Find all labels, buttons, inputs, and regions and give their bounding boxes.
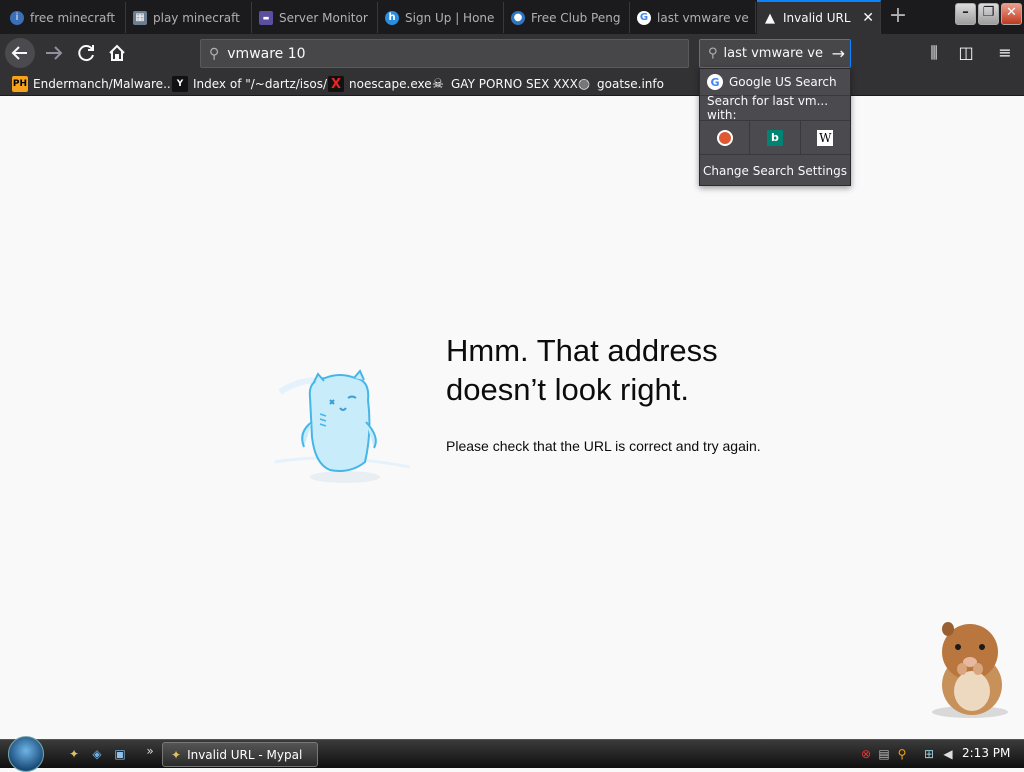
change-search-settings-button[interactable]: Change Search Settings: [700, 154, 850, 186]
tab-label: free minecraft: [30, 10, 116, 25]
home-icon: [109, 44, 125, 61]
tab-sign-up-hone[interactable]: h Sign Up | Hone: [379, 2, 504, 33]
tab-label: Invalid URL: [783, 11, 851, 25]
hamster-image: [932, 622, 1008, 718]
sidebar-icon[interactable]: ◫: [954, 41, 978, 65]
tab-label: play minecraft: [153, 10, 240, 25]
tab-invalid-url[interactable]: ▲ Invalid URL ✕: [757, 0, 881, 34]
tab-label: Server Monitor: [279, 10, 368, 25]
search-suggestions-popup: G Google US Search Search for last vm...…: [699, 68, 851, 186]
search-input[interactable]: ⚲ last vmware ve →: [699, 39, 851, 68]
bookmark-skull-site[interactable]: ☠ GAY PORNO SEX XXX: [430, 75, 578, 93]
bookmark-noescape[interactable]: X noescape.exe: [328, 75, 432, 93]
minimize-button[interactable]: –: [955, 3, 976, 25]
page-content: Hmm. That address doesn’t look right. Pl…: [0, 97, 1024, 739]
bing-button[interactable]: b: [750, 121, 801, 154]
tab-label: last vmware ve: [657, 10, 749, 25]
google-search-label: Google US Search: [729, 75, 837, 89]
one-off-engines: b W: [700, 120, 850, 154]
url-bar[interactable]: ⚲ vmware 10: [200, 39, 689, 68]
forward-button[interactable]: [40, 39, 68, 67]
taskbar-clock[interactable]: 2:13 PM: [962, 746, 1010, 760]
warning-icon: ▲: [765, 10, 775, 26]
ph-icon: PH: [12, 76, 28, 92]
tab-strip: i free minecraft ▦ play minecraft ▬ Serv…: [0, 0, 1024, 34]
bookmarks-toolbar: PH Endermanch/Malware... Y Index of "/~d…: [0, 72, 1024, 96]
close-window-button[interactable]: ✕: [1001, 3, 1022, 25]
tab-play-minecraft[interactable]: ▦ play minecraft: [127, 2, 252, 33]
search-with-header: Search for last vm... with:: [700, 94, 850, 122]
library-icon[interactable]: ⫼: [922, 41, 946, 65]
tray-search-icon[interactable]: ⚲: [894, 746, 910, 762]
bookmark-label: Endermanch/Malware...: [33, 77, 175, 91]
error-title: Hmm. That address doesn’t look right.: [446, 333, 718, 407]
quicklaunch-chevron-icon[interactable]: »: [142, 743, 158, 759]
start-button[interactable]: [8, 736, 44, 772]
duckduckgo-icon: [716, 129, 733, 146]
taskbar-task-mypal[interactable]: ✦ Invalid URL - Mypal: [162, 742, 318, 767]
tab-free-club-penguin[interactable]: ● Free Club Peng: [505, 2, 630, 33]
bookmark-index-dartz[interactable]: Y Index of "/~dartz/isos/": [172, 75, 333, 93]
reload-button[interactable]: [72, 39, 100, 67]
globe-icon: ◍: [577, 76, 591, 92]
search-input-text: last vmware ve: [723, 46, 823, 61]
tray-network-icon[interactable]: ⊞: [921, 746, 937, 762]
penguin-icon: ●: [511, 10, 525, 25]
tab-last-vmware[interactable]: G last vmware ve: [631, 2, 756, 33]
menu-icon[interactable]: ≡: [993, 41, 1017, 65]
show-desktop-icon[interactable]: ▣: [112, 746, 128, 762]
taskbar: ✦ ◈ ▣ » ✦ Invalid URL - Mypal ⊗ ▤ ⚲ ⊞ ◀ …: [0, 736, 1024, 772]
new-tab-button[interactable]: +: [884, 4, 912, 30]
url-bar-text: vmware 10: [227, 45, 306, 62]
bookmark-label: noescape.exe: [349, 77, 432, 91]
info-icon: i: [10, 10, 24, 25]
tab-label: Sign Up | Hone: [405, 10, 495, 25]
task-label: Invalid URL - Mypal: [187, 747, 303, 762]
search-icon: ⚲: [708, 46, 718, 61]
bookmark-label: GAY PORNO SEX XXX: [451, 77, 578, 91]
tray-app-icon[interactable]: ▤: [876, 746, 892, 762]
back-button[interactable]: [5, 38, 35, 68]
search-icon: ⚲: [209, 45, 220, 62]
reload-icon: [78, 45, 94, 62]
google-search-option[interactable]: G Google US Search: [700, 69, 850, 95]
wikipedia-button[interactable]: W: [801, 121, 850, 154]
close-tab-icon[interactable]: ✕: [854, 10, 874, 26]
server-icon: ▬: [259, 10, 273, 25]
google-icon: G: [707, 74, 723, 90]
hone-icon: h: [385, 10, 399, 25]
duckduckgo-button[interactable]: [700, 121, 751, 154]
forward-arrow-icon: [46, 46, 63, 60]
google-icon: G: [637, 10, 651, 25]
restore-button[interactable]: ❐: [978, 3, 999, 25]
quicklaunch-browser-icon[interactable]: ◈: [89, 746, 105, 762]
search-with-label: Search for last vm... with:: [707, 94, 829, 122]
tab-label: Free Club Peng: [531, 10, 621, 25]
error-mascot-illustration: [274, 369, 411, 483]
search-go-icon[interactable]: →: [832, 44, 845, 63]
error-message: Please check that the URL is correct and…: [446, 438, 761, 454]
bookmark-label: goatse.info: [597, 77, 664, 91]
skull-icon: ☠: [432, 76, 444, 92]
tray-shield-icon[interactable]: ⊗: [858, 746, 874, 762]
x-icon: X: [328, 76, 344, 92]
tray-volume-icon[interactable]: ◀: [940, 746, 956, 762]
navigation-toolbar: ⚲ vmware 10 ⚲ last vmware ve → ⫼ ◫ ≡: [0, 34, 1024, 72]
mypal-icon: ✦: [171, 747, 182, 762]
tab-server-monitor[interactable]: ▬ Server Monitor: [253, 2, 378, 33]
home-button[interactable]: [103, 39, 131, 67]
bing-icon: b: [766, 129, 783, 146]
bookmark-label: Index of "/~dartz/isos/": [193, 77, 333, 91]
bookmark-endermanch[interactable]: PH Endermanch/Malware...: [12, 75, 175, 93]
tab-free-minecraft[interactable]: i free minecraft: [4, 2, 126, 33]
back-arrow-icon: [11, 46, 27, 60]
minecraft-icon: ▦: [133, 10, 147, 25]
wikipedia-icon: W: [817, 129, 834, 146]
yc-icon: Y: [172, 76, 188, 92]
bookmark-goatse[interactable]: ◍ goatse.info: [576, 75, 664, 93]
quicklaunch-app-icon[interactable]: ✦: [66, 746, 82, 762]
